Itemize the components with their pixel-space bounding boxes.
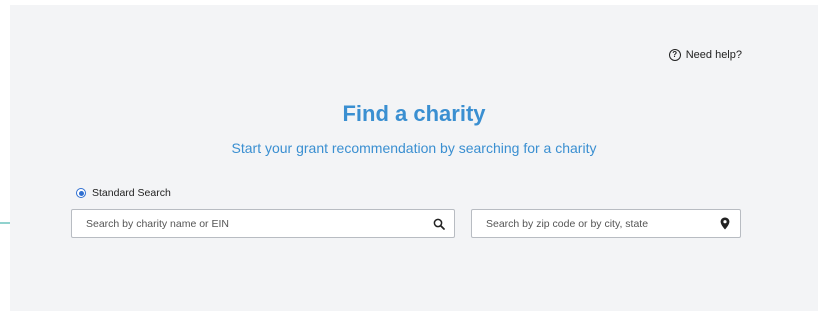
location-search-input[interactable] [472,210,710,237]
search-icon[interactable] [424,218,454,230]
search-panel: ? Need help? Find a charity Start your g… [10,5,818,311]
charity-name-search-input[interactable] [72,210,424,237]
question-circle-icon: ? [668,49,681,61]
page-title: Find a charity [342,101,486,126]
radio-button[interactable] [76,188,86,198]
need-help-label: Need help? [685,49,742,61]
standard-search-label: Standard Search [92,187,171,199]
standard-search-radio[interactable]: Standard Search [76,187,171,199]
charity-name-search-field [71,209,455,238]
page-subtitle: Start your grant recommendation by searc… [231,140,597,156]
map-pin-icon[interactable] [710,217,740,230]
need-help-link[interactable]: ? Need help? [668,49,742,61]
location-search-field [471,209,741,238]
